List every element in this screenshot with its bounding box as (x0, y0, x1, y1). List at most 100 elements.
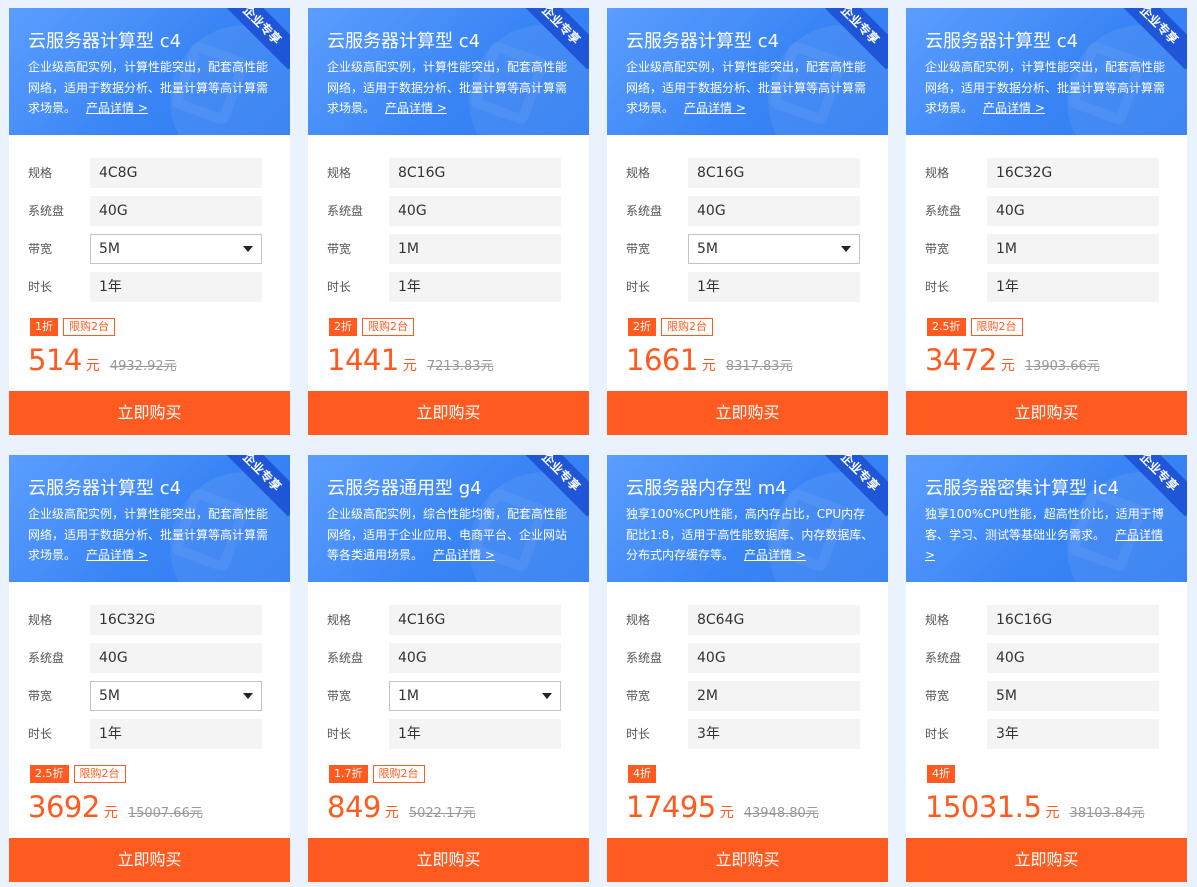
spec-value: 40G (987, 196, 1159, 226)
spec-value: 3年 (987, 719, 1159, 749)
card-description: 企业级高配实例，计算性能突出，配套高性能网络，适用于数据分析、批量计算等高计算需… (327, 57, 575, 119)
spec-row: 规格 8C16G (626, 158, 866, 188)
spec-row: 带宽 1M (327, 681, 567, 711)
product-card: 企业专享 云服务器密集计算型 ic4 独享100%CPU性能，超高性价比，适用于博客… (906, 455, 1187, 882)
buy-now-button[interactable]: 立即购买 (9, 391, 290, 435)
spec-select-2[interactable]: 5M (688, 234, 860, 264)
product-detail-link[interactable]: 产品详情 > (983, 101, 1045, 115)
spec-row: 时长 1年 (28, 272, 268, 302)
spec-select-value: 5M (697, 241, 718, 257)
original-price: 5022.17元 (408, 806, 476, 821)
spec-row: 系统盘 40G (626, 643, 866, 673)
spec-label: 带宽 (28, 689, 53, 703)
spec-label: 系统盘 (626, 651, 663, 665)
spec-label: 系统盘 (327, 204, 364, 218)
spec-row: 带宽 5M (626, 234, 866, 264)
spec-label: 时长 (626, 280, 651, 294)
spec-label: 系统盘 (327, 651, 364, 665)
spec-row: 规格 16C16G (925, 605, 1165, 635)
original-price: 43948.80元 (743, 806, 819, 821)
spec-value: 1M (987, 234, 1159, 264)
spec-label: 规格 (28, 166, 53, 180)
spec-row: 规格 4C16G (327, 605, 567, 635)
chevron-down-icon (841, 246, 851, 252)
spec-value: 1年 (90, 719, 262, 749)
spec-value: 16C16G (987, 605, 1159, 635)
spec-label: 系统盘 (28, 204, 65, 218)
card-title: 云服务器内存型 m4 (626, 478, 787, 499)
badges: 4折 (628, 765, 656, 783)
spec-label: 系统盘 (28, 651, 65, 665)
card-header: 企业专享 云服务器计算型 c4 企业级高配实例，计算性能突出，配套高性能网络，适用于… (9, 455, 290, 582)
spec-row: 系统盘 40G (28, 196, 268, 226)
buy-now-button[interactable]: 立即购买 (9, 838, 290, 882)
price-row: 3472 元 13903.66元 (925, 343, 1100, 379)
spec-value: 40G (688, 196, 860, 226)
price: 15031.5 (925, 790, 1042, 824)
spec-label: 带宽 (626, 689, 651, 703)
product-detail-link[interactable]: 产品详情 > (744, 548, 806, 562)
description-text: 企业级高配实例，计算性能突出，配套高性能网络，适用于数据分析、批量计算等高计算需… (28, 60, 269, 115)
card-header: 企业专享 云服务器计算型 c4 企业级高配实例，计算性能突出，配套高性能网络，适用于… (906, 8, 1187, 135)
price: 1441 (327, 343, 399, 377)
spec-label: 时长 (925, 727, 950, 741)
card-title: 云服务器计算型 c4 (327, 31, 481, 52)
product-detail-link[interactable]: 产品详情 > (684, 101, 746, 115)
product-card: 企业专享 云服务器计算型 c4 企业级高配实例，计算性能突出，配套高性能网络，适用于… (906, 8, 1187, 435)
card-header: 企业专享 云服务器密集计算型 ic4 独享100%CPU性能，超高性价比，适用于博客… (906, 455, 1187, 582)
product-detail-link[interactable]: 产品详情 > (86, 548, 148, 562)
buy-now-button[interactable]: 立即购买 (308, 838, 589, 882)
buy-now-button[interactable]: 立即购买 (906, 391, 1187, 435)
chevron-down-icon (243, 246, 253, 252)
product-detail-link[interactable]: 产品详情 > (86, 101, 148, 115)
product-detail-link[interactable]: 产品详情 > (385, 101, 447, 115)
spec-label: 系统盘 (925, 651, 962, 665)
original-price: 13903.66元 (1024, 359, 1100, 374)
card-description: 企业级高配实例，计算性能突出，配套高性能网络，适用于数据分析、批量计算等高计算需… (28, 504, 276, 566)
spec-select-2[interactable]: 5M (90, 234, 262, 264)
purchase-limit-badge: 限购2台 (63, 318, 115, 336)
price: 3692 (28, 790, 100, 824)
spec-row: 规格 8C16G (327, 158, 567, 188)
spec-value: 4C8G (90, 158, 262, 188)
description-text: 企业级高配实例，计算性能突出，配套高性能网络，适用于数据分析、批量计算等高计算需… (925, 60, 1166, 115)
spec-row: 带宽 1M (925, 234, 1165, 264)
spec-label: 带宽 (925, 689, 950, 703)
description-text: 企业级高配实例，计算性能突出，配套高性能网络，适用于数据分析、批量计算等高计算需… (626, 60, 867, 115)
spec-value: 1M (389, 234, 561, 264)
spec-label: 带宽 (626, 242, 651, 256)
spec-value: 16C32G (90, 605, 262, 635)
purchase-limit-badge: 限购2台 (970, 318, 1023, 336)
chevron-down-icon (243, 693, 253, 699)
original-price: 8317.83元 (725, 359, 793, 374)
purchase-limit-badge: 限购2台 (661, 318, 713, 336)
price: 17495 (626, 790, 716, 824)
spec-row: 带宽 1M (327, 234, 567, 264)
buy-now-button[interactable]: 立即购买 (607, 838, 888, 882)
spec-row: 系统盘 40G (925, 196, 1165, 226)
spec-label: 带宽 (925, 242, 950, 256)
spec-label: 规格 (327, 613, 352, 627)
buy-now-button[interactable]: 立即购买 (906, 838, 1187, 882)
spec-label: 系统盘 (925, 204, 962, 218)
buy-now-button[interactable]: 立即购买 (308, 391, 589, 435)
spec-value: 40G (90, 643, 262, 673)
price-row: 15031.5 元 38103.84元 (925, 790, 1144, 826)
product-detail-link[interactable]: 产品详情 > (433, 548, 495, 562)
spec-select-2[interactable]: 1M (389, 681, 561, 711)
badges: 2折 限购2台 (628, 318, 713, 336)
card-header: 企业专享 云服务器计算型 c4 企业级高配实例，计算性能突出，配套高性能网络，适用于… (607, 8, 888, 135)
card-title: 云服务器计算型 c4 (626, 31, 780, 52)
spec-label: 带宽 (327, 242, 352, 256)
price-row: 17495 元 43948.80元 (626, 790, 819, 826)
spec-row: 规格 8C64G (626, 605, 866, 635)
price: 849 (327, 790, 381, 824)
spec-row: 时长 1年 (626, 272, 866, 302)
price-row: 849 元 5022.17元 (327, 790, 476, 826)
card-header: 企业专享 云服务器通用型 g4 企业级高配实例，综合性能均衡，配套高性能网络，适用于… (308, 455, 589, 582)
buy-now-button[interactable]: 立即购买 (607, 391, 888, 435)
spec-select-2[interactable]: 5M (90, 681, 262, 711)
card-description: 独享100%CPU性能，高内存占比，CPU内存配比1:8，适用于高性能数据库、内… (626, 504, 874, 566)
spec-value: 40G (688, 643, 860, 673)
product-card: 企业专享 云服务器内存型 m4 独享100%CPU性能，高内存占比，CPU内存配比1… (607, 455, 888, 882)
